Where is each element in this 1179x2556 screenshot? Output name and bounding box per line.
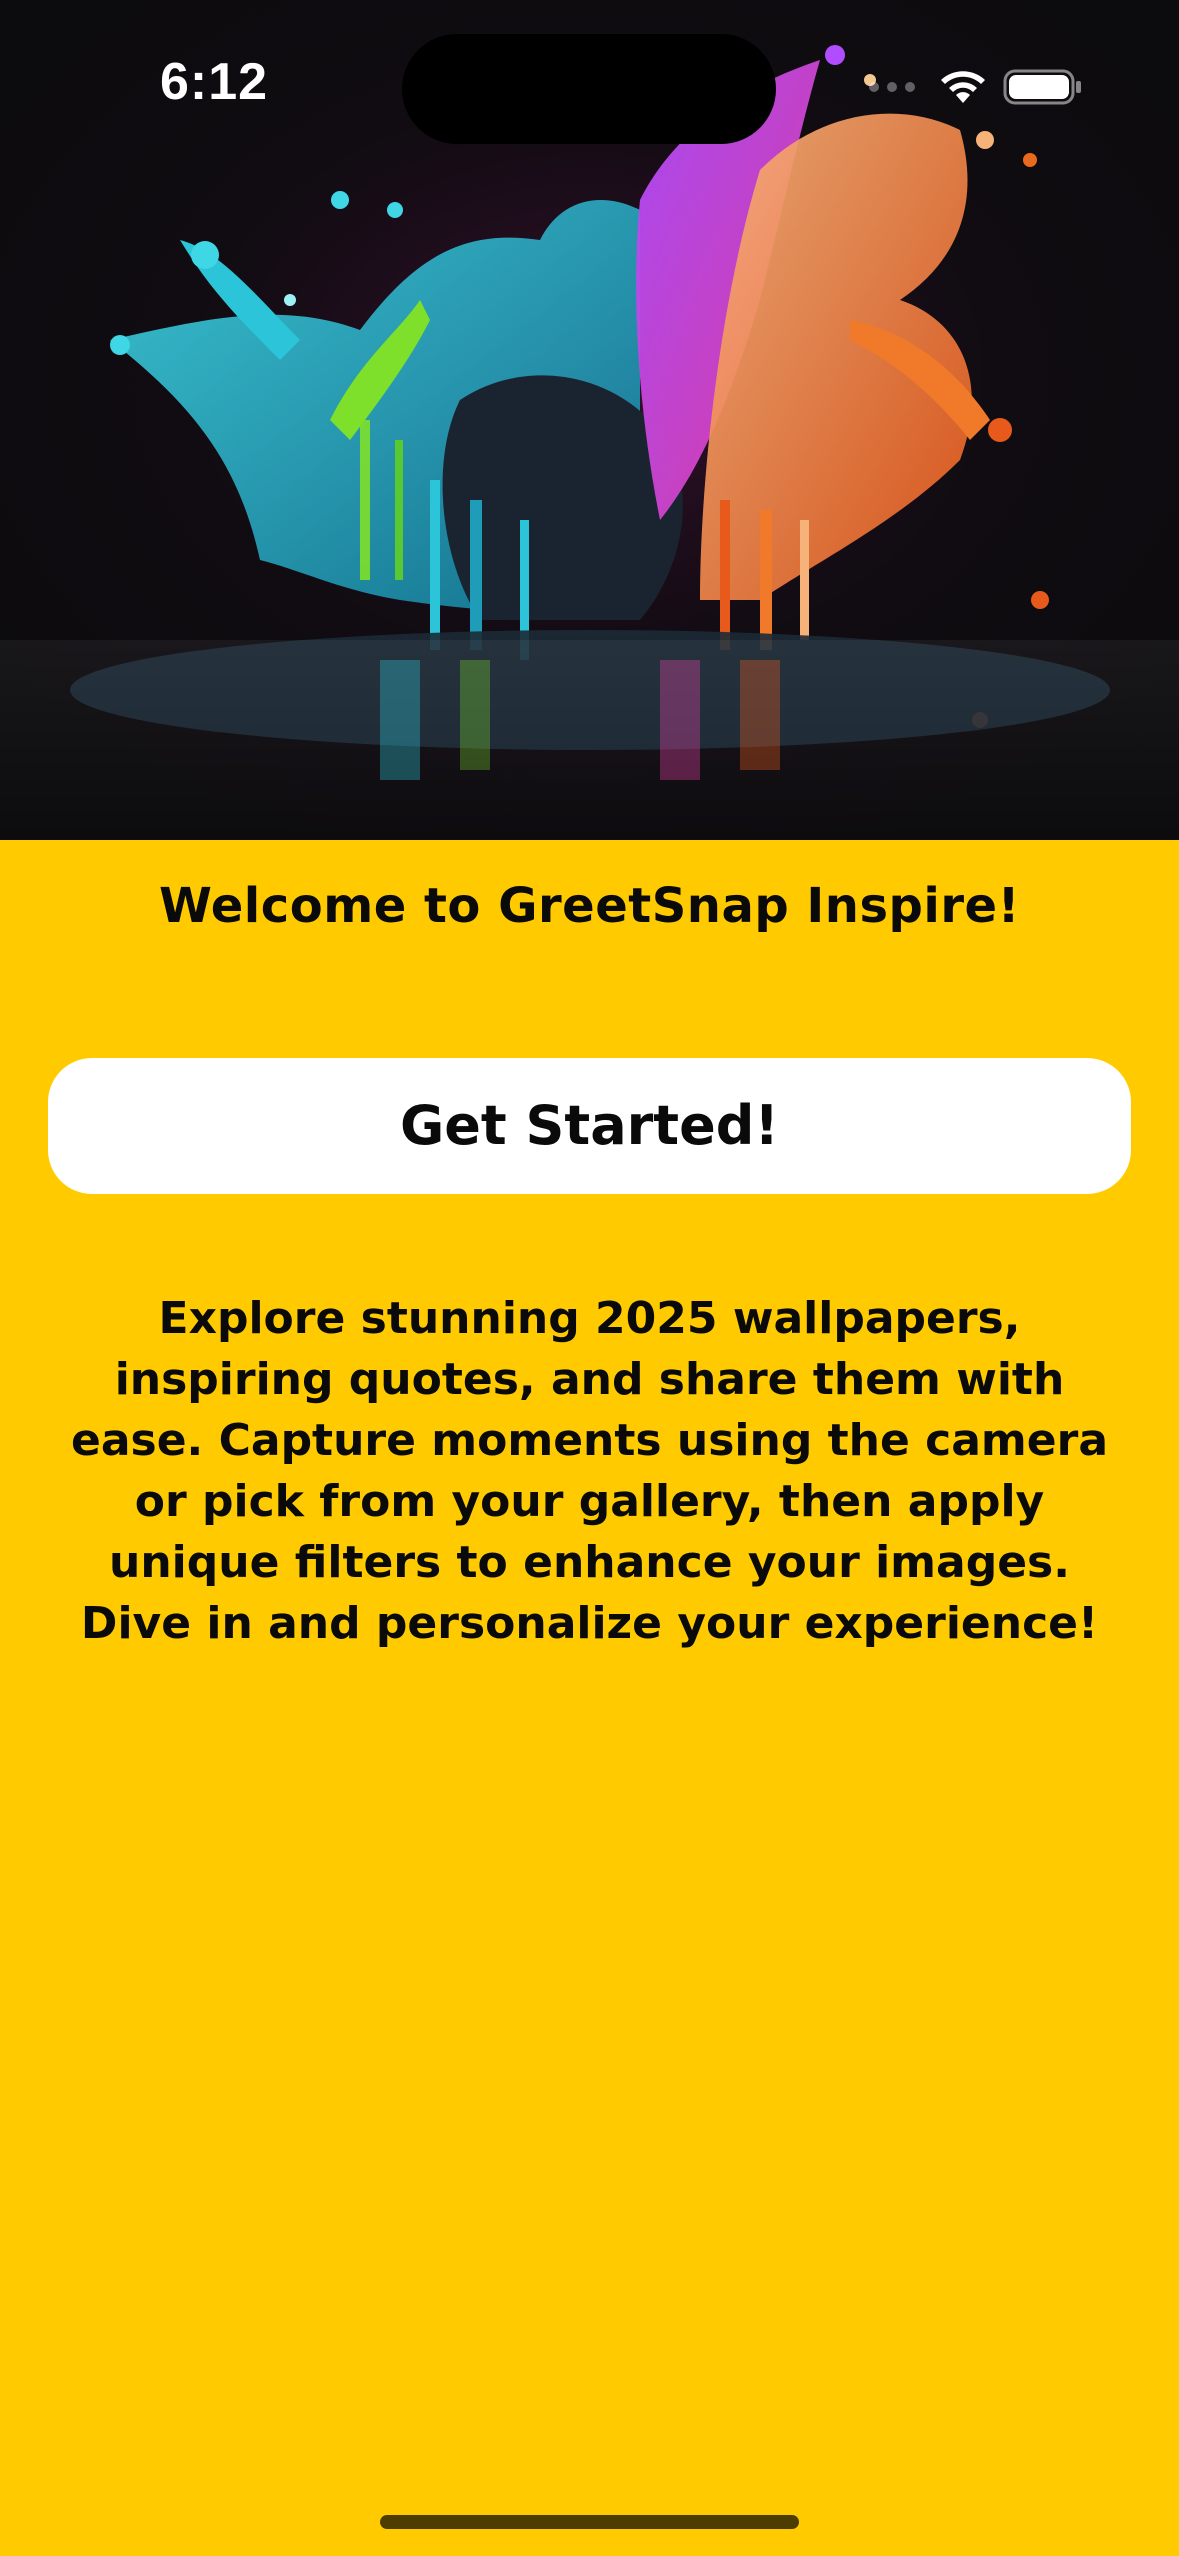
app-description: Explore stunning 2025 wallpapers, inspir… <box>70 1293 1109 1649</box>
status-bar: 6:12 <box>0 0 1179 170</box>
status-icons <box>869 62 1083 112</box>
welcome-screen: 6:12 Welcome to GreetSnap Inspire! Get S… <box>0 0 1179 2556</box>
home-indicator[interactable] <box>380 2515 799 2529</box>
battery-icon <box>1003 69 1081 105</box>
dynamic-island <box>402 34 776 144</box>
get-started-button[interactable]: Get Started! <box>48 1058 1131 1194</box>
welcome-title: Welcome to GreetSnap Inspire! <box>159 878 1020 934</box>
status-time: 6:12 <box>160 53 269 111</box>
cellular-signal-icon <box>869 82 915 92</box>
wifi-icon <box>941 71 985 103</box>
